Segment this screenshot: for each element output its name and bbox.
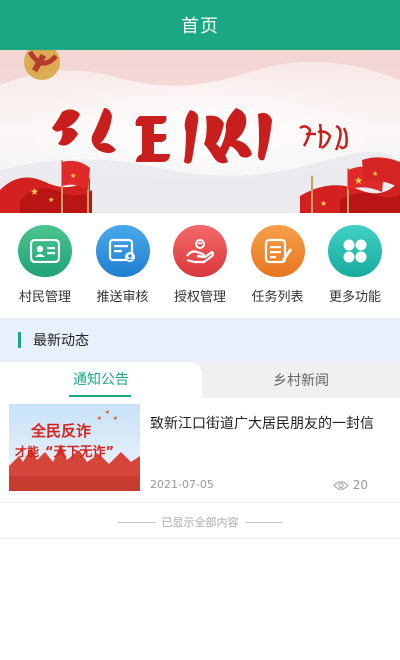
list-item[interactable]: 全民反诈 才能 “天下无诈” 致新江口街道广大居民朋友的一封信 2021-07-…	[0, 398, 400, 502]
thumb-text-line2a: 才能	[15, 444, 39, 459]
thumb-text-line1: 全民反诈	[30, 422, 91, 440]
app-header: 首页	[0, 0, 400, 50]
end-line-right	[244, 521, 283, 523]
svg-text:★: ★	[354, 176, 363, 187]
eye-icon	[332, 480, 349, 490]
menu-label: 更多功能	[328, 290, 381, 305]
view-count-value: 20	[352, 478, 368, 492]
banner-image[interactable]: ★ ★ ★ ★ ★ ★	[0, 50, 400, 213]
news-thumbnail: 全民反诈 才能 “天下无诈”	[9, 404, 140, 491]
svg-text:★: ★	[30, 187, 39, 198]
menu-label: 村民管理	[18, 290, 71, 305]
section-title: 最新动态	[33, 333, 89, 349]
id-card-icon	[18, 225, 72, 277]
menu-label: 任务列表	[251, 290, 304, 305]
tab-notices[interactable]: 通知公告	[0, 362, 202, 398]
menu-item-authorization-management[interactable]: 授权管理	[167, 213, 233, 313]
latest-news-header: 最新动态	[0, 318, 400, 362]
end-line-left	[117, 521, 156, 523]
news-tabs: 通知公告 乡村新闻	[0, 362, 400, 398]
menu-item-more-functions[interactable]: 更多功能	[322, 213, 388, 313]
thumb-text-line2b: “天下无诈”	[45, 444, 114, 460]
divider	[0, 502, 400, 503]
news-date: 2021-07-05	[150, 478, 214, 491]
section-accent-bar	[18, 332, 21, 348]
task-list-icon	[250, 225, 305, 277]
menu-label: 授权管理	[173, 290, 226, 305]
menu-label: 推送审核	[96, 290, 149, 305]
active-tab-indicator	[69, 395, 131, 397]
divider	[0, 538, 400, 539]
view-count: 20	[332, 478, 368, 492]
menu-item-villager-management[interactable]: 村民管理	[12, 213, 78, 313]
svg-text:★: ★	[372, 170, 378, 178]
tab-village-news[interactable]: 乡村新闻	[202, 362, 400, 398]
menu-item-task-list[interactable]: 任务列表	[245, 213, 311, 313]
review-document-icon	[95, 225, 150, 277]
svg-text:★: ★	[70, 172, 76, 180]
tab-label: 通知公告	[73, 372, 129, 388]
menu-item-push-review[interactable]: 推送审核	[90, 213, 156, 313]
authorization-hand-icon	[173, 225, 227, 277]
end-of-list-note: 已显示全部内容	[0, 512, 400, 532]
svg-text:★: ★	[48, 196, 54, 204]
end-text: 已显示全部内容	[161, 516, 239, 529]
function-menu: 村民管理 推送审核 授权管理 任务列表 更多功能	[0, 213, 400, 313]
page-title: 首页	[181, 16, 219, 37]
tab-label: 乡村新闻	[273, 373, 329, 389]
svg-text:★: ★	[320, 199, 327, 208]
news-title: 致新江口街道广大居民朋友的一封信	[150, 416, 374, 432]
more-grid-icon	[328, 225, 382, 277]
